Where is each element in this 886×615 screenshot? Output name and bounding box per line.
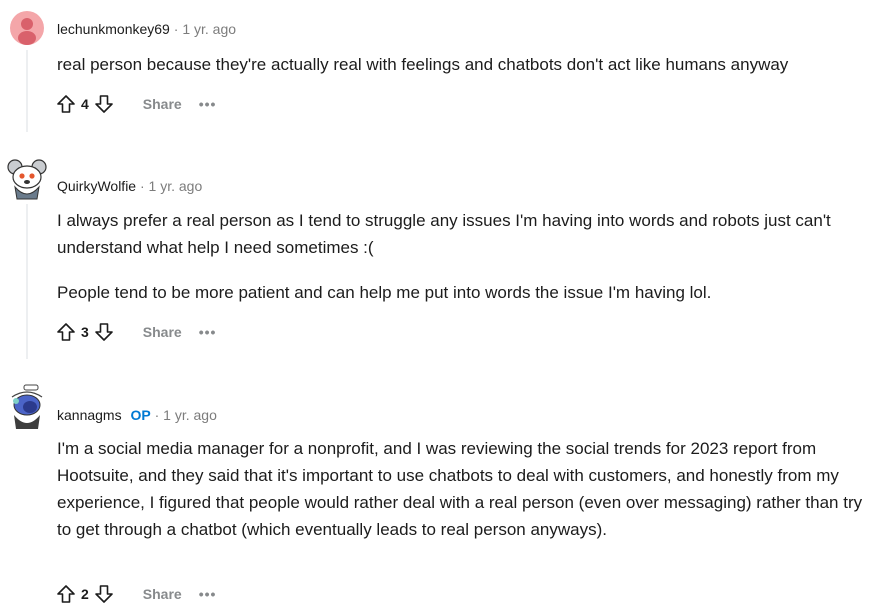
username[interactable]: kannagms — [57, 407, 122, 423]
upvote-icon[interactable] — [55, 93, 77, 115]
user-avatar-icon[interactable] — [7, 157, 47, 201]
vote-count: 4 — [81, 96, 89, 112]
comment-meta: kannagms OP · 1 yr. ago — [57, 406, 217, 424]
more-options-button[interactable]: ••• — [199, 324, 217, 340]
comment-actions: 3 Share ••• — [55, 320, 216, 344]
vote-count: 2 — [81, 586, 89, 602]
share-button[interactable]: Share — [143, 324, 182, 340]
comment-meta: lechunkmonkey69 · 1 yr. ago — [57, 20, 236, 38]
timestamp[interactable]: 1 yr. ago — [182, 21, 236, 37]
share-button[interactable]: Share — [143, 586, 182, 602]
vote-count: 3 — [81, 324, 89, 340]
thread-line[interactable] — [26, 50, 28, 132]
comment-paragraph: I always prefer a real person as I tend … — [57, 211, 831, 257]
user-avatar-icon[interactable] — [8, 383, 46, 431]
downvote-icon[interactable] — [93, 93, 115, 115]
comment: lechunkmonkey69 · 1 yr. ago real person … — [0, 0, 886, 135]
separator: · — [139, 178, 145, 194]
separator: · — [154, 407, 160, 423]
thread-line[interactable] — [26, 204, 28, 359]
upvote-icon[interactable] — [55, 321, 77, 343]
op-badge: OP — [130, 407, 151, 423]
comment-actions: 4 Share ••• — [55, 92, 216, 116]
comment: QuirkyWolfie · 1 yr. ago I always prefer… — [0, 140, 886, 365]
comment-body: I always prefer a real person as I tend … — [57, 207, 872, 306]
comment-paragraph: I'm a social media manager for a nonprof… — [57, 439, 863, 539]
more-options-button[interactable]: ••• — [199, 96, 217, 112]
comment-paragraph: People tend to be more patient and can h… — [57, 283, 712, 302]
comment-paragraph: real person because they're actually rea… — [57, 55, 789, 74]
username[interactable]: QuirkyWolfie — [57, 178, 136, 194]
timestamp[interactable]: 1 yr. ago — [163, 407, 217, 423]
downvote-icon[interactable] — [93, 321, 115, 343]
comment-body: I'm a social media manager for a nonprof… — [57, 435, 872, 543]
comment-body: real person because they're actually rea… — [57, 51, 872, 78]
downvote-icon[interactable] — [93, 583, 115, 605]
upvote-icon[interactable] — [55, 583, 77, 605]
user-avatar-icon[interactable] — [10, 11, 44, 45]
comment-meta: QuirkyWolfie · 1 yr. ago — [57, 177, 202, 195]
timestamp[interactable]: 1 yr. ago — [149, 178, 203, 194]
comment-actions: 2 Share ••• — [55, 582, 216, 606]
comment: kannagms OP · 1 yr. ago I'm a social med… — [0, 370, 886, 615]
more-options-button[interactable]: ••• — [199, 586, 217, 602]
separator: · — [173, 21, 179, 37]
username[interactable]: lechunkmonkey69 — [57, 21, 170, 37]
share-button[interactable]: Share — [143, 96, 182, 112]
